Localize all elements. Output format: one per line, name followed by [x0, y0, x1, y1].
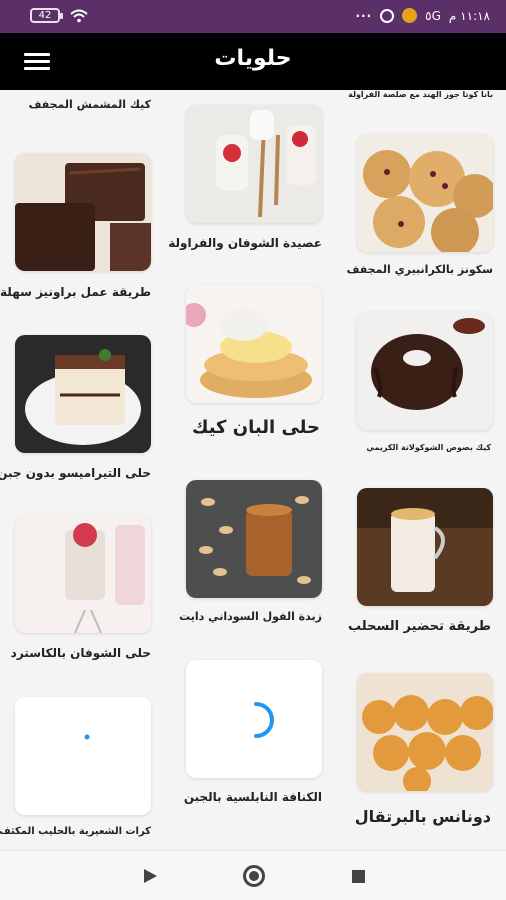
recipe-title: كيك المشمش المجفف — [28, 98, 151, 111]
recent-apps-icon[interactable] — [352, 870, 365, 883]
recipe-image — [357, 312, 493, 430]
recipe-image — [15, 335, 151, 453]
recipe-image — [15, 515, 151, 633]
recipe-card-oat-custard[interactable]: حلى الشوفان بالكاسترد — [11, 515, 151, 665]
recipe-image — [186, 480, 322, 598]
recipe-title: كرات الشعيرية بالحليب المكثف — [0, 826, 151, 837]
recipe-image — [357, 134, 493, 252]
recipe-image — [357, 488, 493, 606]
recipe-title: طريقة تحضير السحلب — [348, 619, 491, 634]
more-notifications-icon: ··· — [355, 8, 373, 23]
recipe-image — [186, 285, 322, 403]
recipe-grid[interactable]: كيك المشمش المجفف بانا كوتا جوز الهند مع… — [0, 90, 506, 850]
back-icon[interactable] — [144, 869, 157, 883]
recipe-image — [357, 673, 493, 791]
recipe-card-pancake[interactable]: حلى البان كيك — [186, 285, 322, 445]
recipe-card-apricot-cake[interactable]: كيك المشمش المجفف — [10, 90, 155, 120]
recipe-title: عصيدة الشوفان والفراولة — [168, 236, 322, 250]
recipe-card-brownies[interactable]: طريقة عمل براونيز سهلة — [0, 153, 151, 303]
recipe-title: حلى التيراميسو بدون جبن — [0, 466, 151, 480]
status-bar: 42 ··· ٥G ١١:١٨ م — [0, 0, 506, 33]
status-left: 42 — [30, 8, 88, 23]
recipe-title: حلى البان كيك — [191, 417, 320, 438]
recipe-image — [186, 660, 322, 778]
system-nav-bar — [0, 850, 506, 900]
recipe-title: حلى الشوفان بالكاسترد — [10, 646, 151, 660]
recipe-image — [15, 153, 151, 271]
recipe-card-oat-strawberry[interactable]: عصيدة الشوفان والفراولة — [168, 105, 322, 255]
recipe-card-knafeh[interactable]: الكنافة النابلسية بالجبن — [183, 660, 322, 810]
sync-icon — [380, 8, 395, 23]
recipe-card-chocolate-cake[interactable]: كيك بصوص الشوكولاتة الكريمي — [357, 312, 493, 462]
recipe-title: طريقة عمل براونيز سهلة — [0, 285, 151, 299]
recipe-card-orange-donuts[interactable]: دونانس بالبرتقال — [354, 673, 493, 833]
loading-spinner — [186, 660, 322, 778]
recipe-title: بانا كوتا جوز الهند مع صلصة الفراولة — [348, 90, 493, 99]
whatsapp-icon — [402, 8, 418, 23]
network-label: ٥G — [425, 8, 441, 23]
home-icon[interactable] — [243, 865, 265, 887]
app-bar: حلويات — [0, 33, 506, 90]
recipe-image — [15, 697, 151, 815]
recipe-card-panna-cotta[interactable]: بانا كوتا جوز الهند مع صلصة الفراولة — [348, 90, 495, 110]
wifi-icon — [70, 9, 88, 22]
recipe-title: كيك بصوص الشوكولاتة الكريمي — [366, 443, 491, 452]
recipe-title: الكنافة النابلسية بالجبن — [183, 790, 322, 804]
recipe-title: دونانس بالبرتقال — [354, 807, 491, 826]
recipe-title: زبدة الفول السوداني دايت — [179, 610, 322, 623]
recipe-card-peanut-butter[interactable]: زبدة الفول السوداني دايت — [179, 480, 322, 630]
status-time: ١١:١٨ م — [448, 8, 490, 23]
battery-level: 42 — [38, 10, 52, 21]
recipe-card-vermicelli-balls[interactable]: كرات الشعيرية بالحليب المكثف — [0, 697, 151, 847]
status-right: ··· ٥G ١١:١٨ م — [355, 8, 490, 23]
recipe-card-sahlab[interactable]: طريقة تحضير السحلب — [348, 488, 493, 638]
battery-icon: 42 — [30, 8, 63, 23]
recipe-card-tiramisu[interactable]: حلى التيراميسو بدون جبن — [0, 335, 151, 485]
recipe-title: سكونز بالكرانبيري المجفف — [346, 263, 493, 276]
recipe-card-cranberry-scones[interactable]: سكونز بالكرانبيري المجفف — [347, 134, 493, 284]
recipe-image — [186, 105, 322, 223]
page-title: حلويات — [214, 46, 292, 71]
